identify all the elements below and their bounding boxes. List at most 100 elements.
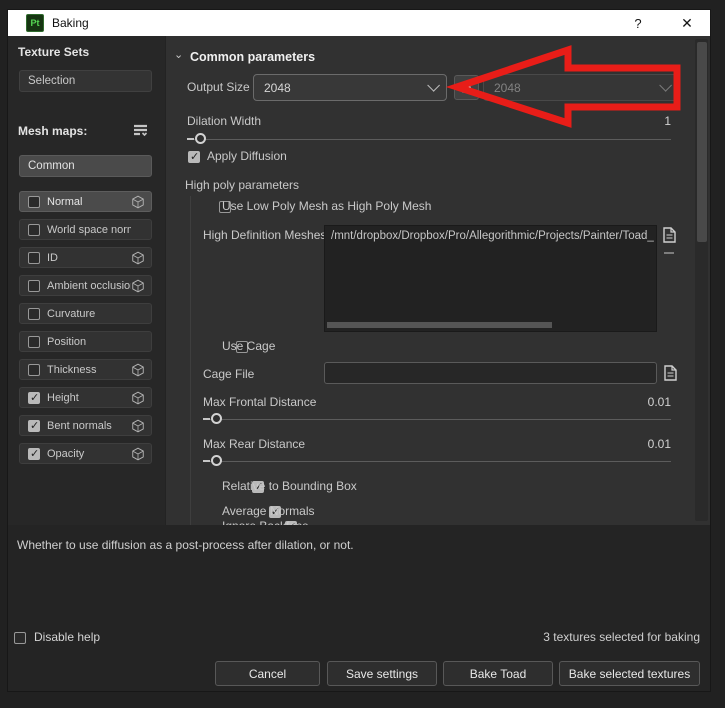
help-tooltip-text: Whether to use diffusion as a post-proce… [17, 538, 354, 552]
bake-selected-textures-button[interactable]: Bake selected textures [559, 661, 700, 686]
mesh-geometry-icon [131, 391, 145, 405]
bake-toad-button[interactable]: Bake Toad [443, 661, 553, 686]
slider-handle[interactable] [211, 413, 222, 424]
baking-dialog: Pt Baking ? ✕ Texture Sets Selection Mes… [8, 10, 710, 691]
sidebar-item-selection[interactable]: Selection [19, 70, 152, 92]
high-poly-section-title: High poly parameters [185, 178, 299, 192]
output-size-label: Output Size [187, 80, 250, 94]
mesh-map-label: Opacity [47, 448, 131, 460]
apply-diffusion-label: Apply Diffusion [207, 149, 287, 163]
cancel-button[interactable]: Cancel [215, 661, 320, 686]
mesh-map-checkbox[interactable] [28, 280, 40, 292]
max-rear-value: 0.01 [551, 437, 671, 451]
sidebar-item-common[interactable]: Common [19, 155, 152, 177]
mesh-map-checkbox[interactable] [28, 392, 40, 404]
slider-track [187, 139, 671, 140]
mesh-map-item[interactable]: Normal [19, 191, 152, 212]
average-normals-label: Average Normals [222, 504, 314, 518]
mesh-map-label: Height [47, 392, 131, 404]
window-help-button[interactable]: ? [625, 13, 651, 33]
max-frontal-slider[interactable] [203, 412, 671, 426]
mesh-geometry-icon [131, 419, 145, 433]
mesh-map-label: Normal [47, 196, 131, 208]
max-frontal-value: 0.01 [551, 395, 671, 409]
use-cage-label: Use Cage [222, 339, 275, 353]
mesh-maps-heading: Mesh maps: [18, 124, 87, 138]
mesh-map-item[interactable]: Opacity [19, 443, 152, 464]
mesh-map-item[interactable]: Position [19, 331, 152, 352]
mesh-map-item[interactable]: Bent normals [19, 415, 152, 436]
mesh-map-item[interactable]: Ambient occlusion [19, 275, 152, 296]
browse-cage-file-icon[interactable] [664, 365, 677, 381]
slider-handle[interactable] [195, 133, 206, 144]
texture-sets-heading: Texture Sets [18, 45, 89, 59]
slider-track [203, 461, 671, 462]
mesh-map-label: Position [47, 336, 131, 348]
window-close-button[interactable]: ✕ [674, 13, 700, 33]
link-sizes-lock-button[interactable] [454, 75, 479, 100]
title-bar: Pt Baking ? ✕ [8, 10, 710, 36]
mesh-map-label: Thickness [47, 364, 131, 376]
sidebar: Texture Sets Selection Mesh maps: Common… [8, 36, 165, 525]
mesh-map-item[interactable]: Thickness [19, 359, 152, 380]
mesh-map-checkbox[interactable] [28, 252, 40, 264]
mesh-map-item[interactable]: Curvature [19, 303, 152, 324]
selection-item-label: Selection [28, 75, 75, 87]
mesh-map-checkbox[interactable] [28, 196, 40, 208]
parameters-panel: ⌄ Common parameters Output Size 2048 204… [165, 36, 710, 525]
mesh-map-label: ID [47, 252, 131, 264]
save-settings-button[interactable]: Save settings [327, 661, 437, 686]
apply-diffusion-checkbox[interactable] [188, 151, 200, 163]
mesh-map-checkbox[interactable] [28, 224, 40, 236]
relative-bbox-label: Relative to Bounding Box [222, 479, 357, 493]
bake-status-text: 3 textures selected for baking [460, 630, 700, 644]
disable-help-label: Disable help [34, 630, 100, 644]
mesh-map-checkbox[interactable] [28, 448, 40, 460]
mesh-map-label: Curvature [47, 308, 131, 320]
mesh-geometry-icon [131, 279, 145, 293]
dilation-width-value: 1 [551, 114, 671, 128]
max-rear-label: Max Rear Distance [203, 437, 305, 451]
mesh-map-checkbox[interactable] [28, 336, 40, 348]
mesh-map-item[interactable]: ID [19, 247, 152, 268]
substance-painter-logo-icon: Pt [26, 14, 44, 32]
dilation-width-slider[interactable] [187, 132, 671, 146]
section-collapse-chevron-icon[interactable]: ⌄ [174, 48, 183, 61]
mesh-map-item[interactable]: Height [19, 387, 152, 408]
slider-handle[interactable] [211, 455, 222, 466]
high-def-meshes-field[interactable]: /mnt/dropbox/Dropbox/Pro/Allegorithmic/P… [324, 225, 657, 332]
mesh-map-label: Ambient occlusion [47, 280, 131, 292]
mesh-geometry-icon [131, 363, 145, 377]
mesh-geometry-icon [131, 251, 145, 265]
output-size-linked-dropdown: 2048 [483, 74, 679, 101]
list-sort-icon[interactable] [132, 122, 149, 139]
remove-mesh-button[interactable] [664, 252, 674, 254]
slider-fill [187, 138, 194, 140]
mesh-map-checkbox[interactable] [28, 364, 40, 376]
browse-file-icon[interactable] [663, 227, 676, 243]
tree-guide-line [190, 196, 191, 525]
mesh-map-label: World space normal [47, 224, 131, 236]
output-size-value: 2048 [264, 81, 291, 95]
mesh-geometry-icon [131, 447, 145, 461]
use-low-poly-label: Use Low Poly Mesh as High Poly Mesh [222, 199, 431, 213]
panel-scrollbar[interactable] [695, 39, 708, 521]
mesh-geometry-icon [131, 195, 145, 209]
footer-area: Whether to use diffusion as a post-proce… [8, 525, 710, 691]
horizontal-scrollbar-thumb[interactable] [327, 322, 552, 328]
max-rear-slider[interactable] [203, 454, 671, 468]
disable-help-checkbox[interactable] [14, 632, 26, 644]
output-size-dropdown[interactable]: 2048 [253, 74, 447, 101]
mesh-map-item[interactable]: World space normal [19, 219, 152, 240]
mesh-map-checkbox[interactable] [28, 308, 40, 320]
lock-icon [460, 81, 473, 94]
max-frontal-label: Max Frontal Distance [203, 395, 316, 409]
panel-scrollbar-thumb[interactable] [697, 42, 707, 242]
slider-fill [203, 460, 210, 462]
cage-file-input[interactable] [324, 362, 657, 384]
output-size-linked-value: 2048 [494, 81, 521, 95]
common-item-label: Common [28, 160, 75, 172]
high-def-meshes-label: High Definition Meshes [203, 228, 326, 242]
chevron-down-icon [659, 79, 672, 92]
mesh-map-checkbox[interactable] [28, 420, 40, 432]
